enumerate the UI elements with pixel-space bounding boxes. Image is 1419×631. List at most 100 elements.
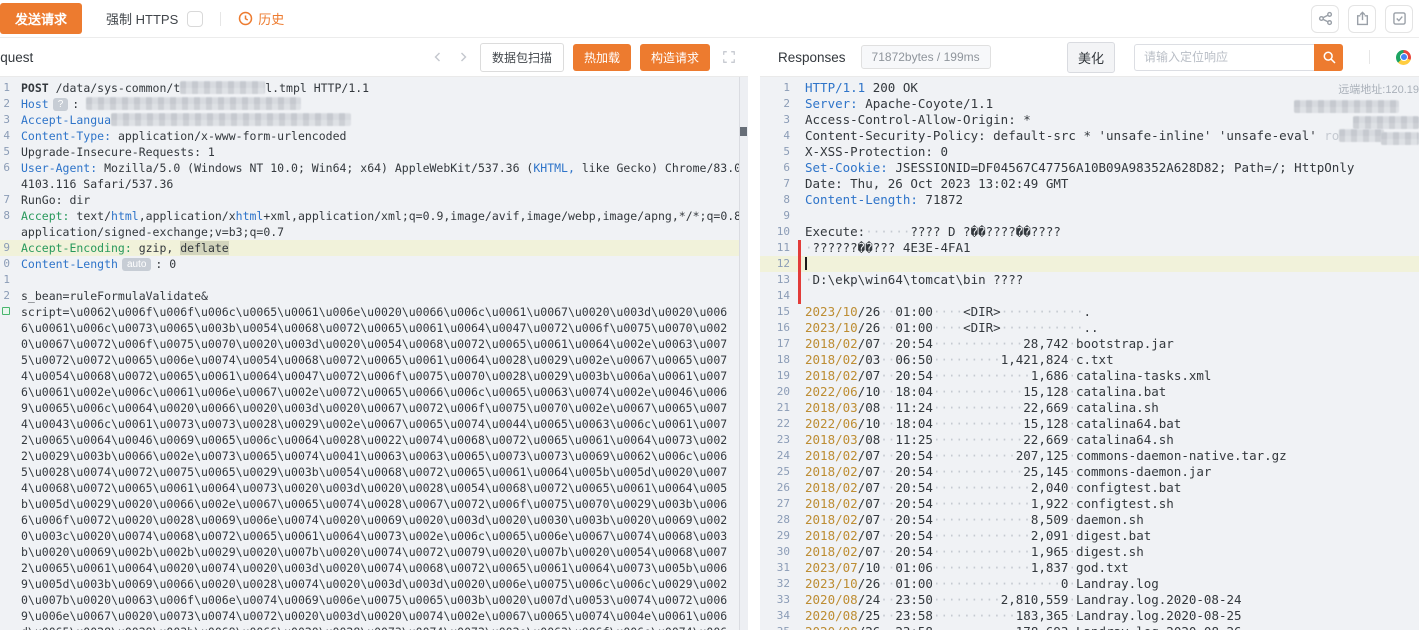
code-line: 13·D:\ekp\win64\tomcat\bin ???? <box>760 272 1419 288</box>
force-https-label: 强制 HTTPS <box>106 9 178 28</box>
export-button[interactable] <box>1348 5 1376 33</box>
packet-scan-button[interactable]: 数据包扫描 <box>480 43 564 72</box>
share-button[interactable] <box>1311 5 1339 33</box>
line-number: 20 <box>760 384 790 400</box>
redacted-block <box>111 113 351 126</box>
line-number: 1 <box>0 80 10 96</box>
line-number: 6 <box>0 160 10 176</box>
request-editor-body: 1POST /data/sys-common/tl.tmpl HTTP/1.12… <box>0 77 748 630</box>
redacted-block <box>1294 100 1399 113</box>
request-scrollbar[interactable] <box>739 77 748 630</box>
code-line: 152023/10/26··01:00····<DIR>···········. <box>760 304 1419 320</box>
line-number: 26 <box>760 480 790 496</box>
batch-check-button[interactable] <box>1385 5 1413 33</box>
code-line: 192018/02/07··20:54·············1,686·ca… <box>760 368 1419 384</box>
line-number: 19 <box>760 368 790 384</box>
chevron-right-icon <box>457 51 469 63</box>
response-meta-badge: 71872bytes / 199ms <box>861 45 991 69</box>
line-number: 2 <box>760 96 790 112</box>
line-number: 29 <box>760 528 790 544</box>
code-line: 8Accept: text/html,application/xhtml+xml… <box>0 208 748 224</box>
share-icon <box>1318 11 1333 26</box>
line-number: 15 <box>760 304 790 320</box>
line-number: 22 <box>760 416 790 432</box>
line-number <box>0 304 10 630</box>
response-panel-header: Responses 71872bytes / 199ms 美化 <box>760 38 1419 77</box>
line-number: 33 <box>760 592 790 608</box>
code-line: 352020/08/26··23:58···········178,693·La… <box>760 624 1419 630</box>
code-line: 332020/08/24··23:50·········2,810,559·La… <box>760 592 1419 608</box>
search-icon <box>1322 50 1336 64</box>
history-next-button[interactable] <box>455 51 471 63</box>
request-scrollbar-thumb[interactable] <box>740 127 747 136</box>
line-number: 11 <box>760 240 790 256</box>
code-line: 252018/02/07··20:54············25,145·co… <box>760 464 1419 480</box>
build-request-button[interactable]: 构造请求 <box>640 44 710 71</box>
batch-check-icon <box>1392 11 1407 26</box>
search-input[interactable] <box>1134 44 1314 71</box>
line-number: 8 <box>760 192 790 208</box>
line-number: 24 <box>760 448 790 464</box>
line-number: 5 <box>0 144 10 160</box>
fullscreen-button[interactable] <box>722 50 736 64</box>
line-number: 8 <box>0 208 10 224</box>
line-number: 7 <box>760 176 790 192</box>
line-number: 32 <box>760 576 790 592</box>
line-number: 2 <box>0 288 10 304</box>
chrome-icon[interactable] <box>1396 50 1411 65</box>
hot-reload-button[interactable]: 热加载 <box>573 44 631 71</box>
code-line: 2s_bean=ruleFormulaValidate& <box>0 288 748 304</box>
line-number: 17 <box>760 336 790 352</box>
code-line: 242018/02/07··20:54···········207,125·co… <box>760 448 1419 464</box>
code-line: 10Execute:······???? D ?��????��???? <box>760 224 1419 240</box>
code-line: 212018/03/08··11:24············22,669·ca… <box>760 400 1419 416</box>
request-panel-header: Request 数据包扫描 热加载 构造请求 <box>0 38 748 77</box>
request-panel: Request 数据包扫描 热加载 构造请求 1POST /data/ <box>0 38 748 630</box>
line-number: 3 <box>0 112 10 128</box>
code-line: 7Date: Thu, 26 Oct 2023 13:02:49 GMT <box>760 176 1419 192</box>
line-number: 1 <box>0 272 10 288</box>
force-https-checkbox[interactable] <box>187 11 203 27</box>
code-line: 5X-XSS-Protection: 0 <box>760 144 1419 160</box>
line-number: 35 <box>760 624 790 630</box>
code-line: script=\u0062\u006f\u006f\u006c\u0065\u0… <box>0 304 748 630</box>
line-number: 16 <box>760 320 790 336</box>
text-cursor <box>805 257 807 270</box>
toolbar-right-icons <box>1311 5 1413 33</box>
request-editor[interactable]: 1POST /data/sys-common/tl.tmpl HTTP/1.12… <box>0 77 748 630</box>
line-number: 4 <box>760 128 790 144</box>
response-header-controls: 美化 <box>1067 42 1411 73</box>
code-line: 172018/02/07··20:54············28,742·bo… <box>760 336 1419 352</box>
send-request-button[interactable]: 发送请求 <box>0 3 82 34</box>
search-button[interactable] <box>1314 44 1343 71</box>
history-label: 历史 <box>258 9 284 28</box>
line-number: 3 <box>760 112 790 128</box>
code-line: 312023/07/10··01:06·············1,837·go… <box>760 560 1419 576</box>
inline-badge: ? <box>53 98 69 111</box>
history-button[interactable]: 历史 <box>238 9 284 28</box>
code-line: 302018/02/07··20:54·············1,965·di… <box>760 544 1419 560</box>
response-editor-body: 远端地址:120.19 1HTTP/1.1 200 OK2Server: Apa… <box>760 77 1419 630</box>
line-number: 31 <box>760 560 790 576</box>
response-editor[interactable]: 1HTTP/1.1 200 OK2Server: Apache-Coyote/1… <box>760 77 1419 630</box>
line-number: 13 <box>760 272 790 288</box>
code-line: 9Accept-Encoding: gzip, deflate <box>0 240 748 256</box>
code-line: 322023/10/26··01:00·················0·La… <box>760 576 1419 592</box>
line-number: 21 <box>760 400 790 416</box>
line-number <box>0 224 10 240</box>
remote-address-label: 远端地址:120.19 <box>1294 81 1419 97</box>
line-number: 23 <box>760 432 790 448</box>
line-number: 9 <box>0 240 10 256</box>
history-prev-button[interactable] <box>430 51 446 63</box>
line-number: 25 <box>760 464 790 480</box>
code-line: 182018/02/03··06:50·········1,421,824·c.… <box>760 352 1419 368</box>
code-line: 282018/02/07··20:54·············8,509·da… <box>760 512 1419 528</box>
line-number: 30 <box>760 544 790 560</box>
beautify-button[interactable]: 美化 <box>1067 42 1115 73</box>
code-line: 272018/02/07··20:54·············1,922·co… <box>760 496 1419 512</box>
code-line: 342020/08/25··23:58···········183,365·La… <box>760 608 1419 624</box>
clock-icon <box>238 11 253 26</box>
code-line: 7RunGo: dir <box>0 192 748 208</box>
code-line: 9 <box>760 208 1419 224</box>
response-panel: Responses 71872bytes / 199ms 美化 远端地址: <box>760 38 1419 630</box>
